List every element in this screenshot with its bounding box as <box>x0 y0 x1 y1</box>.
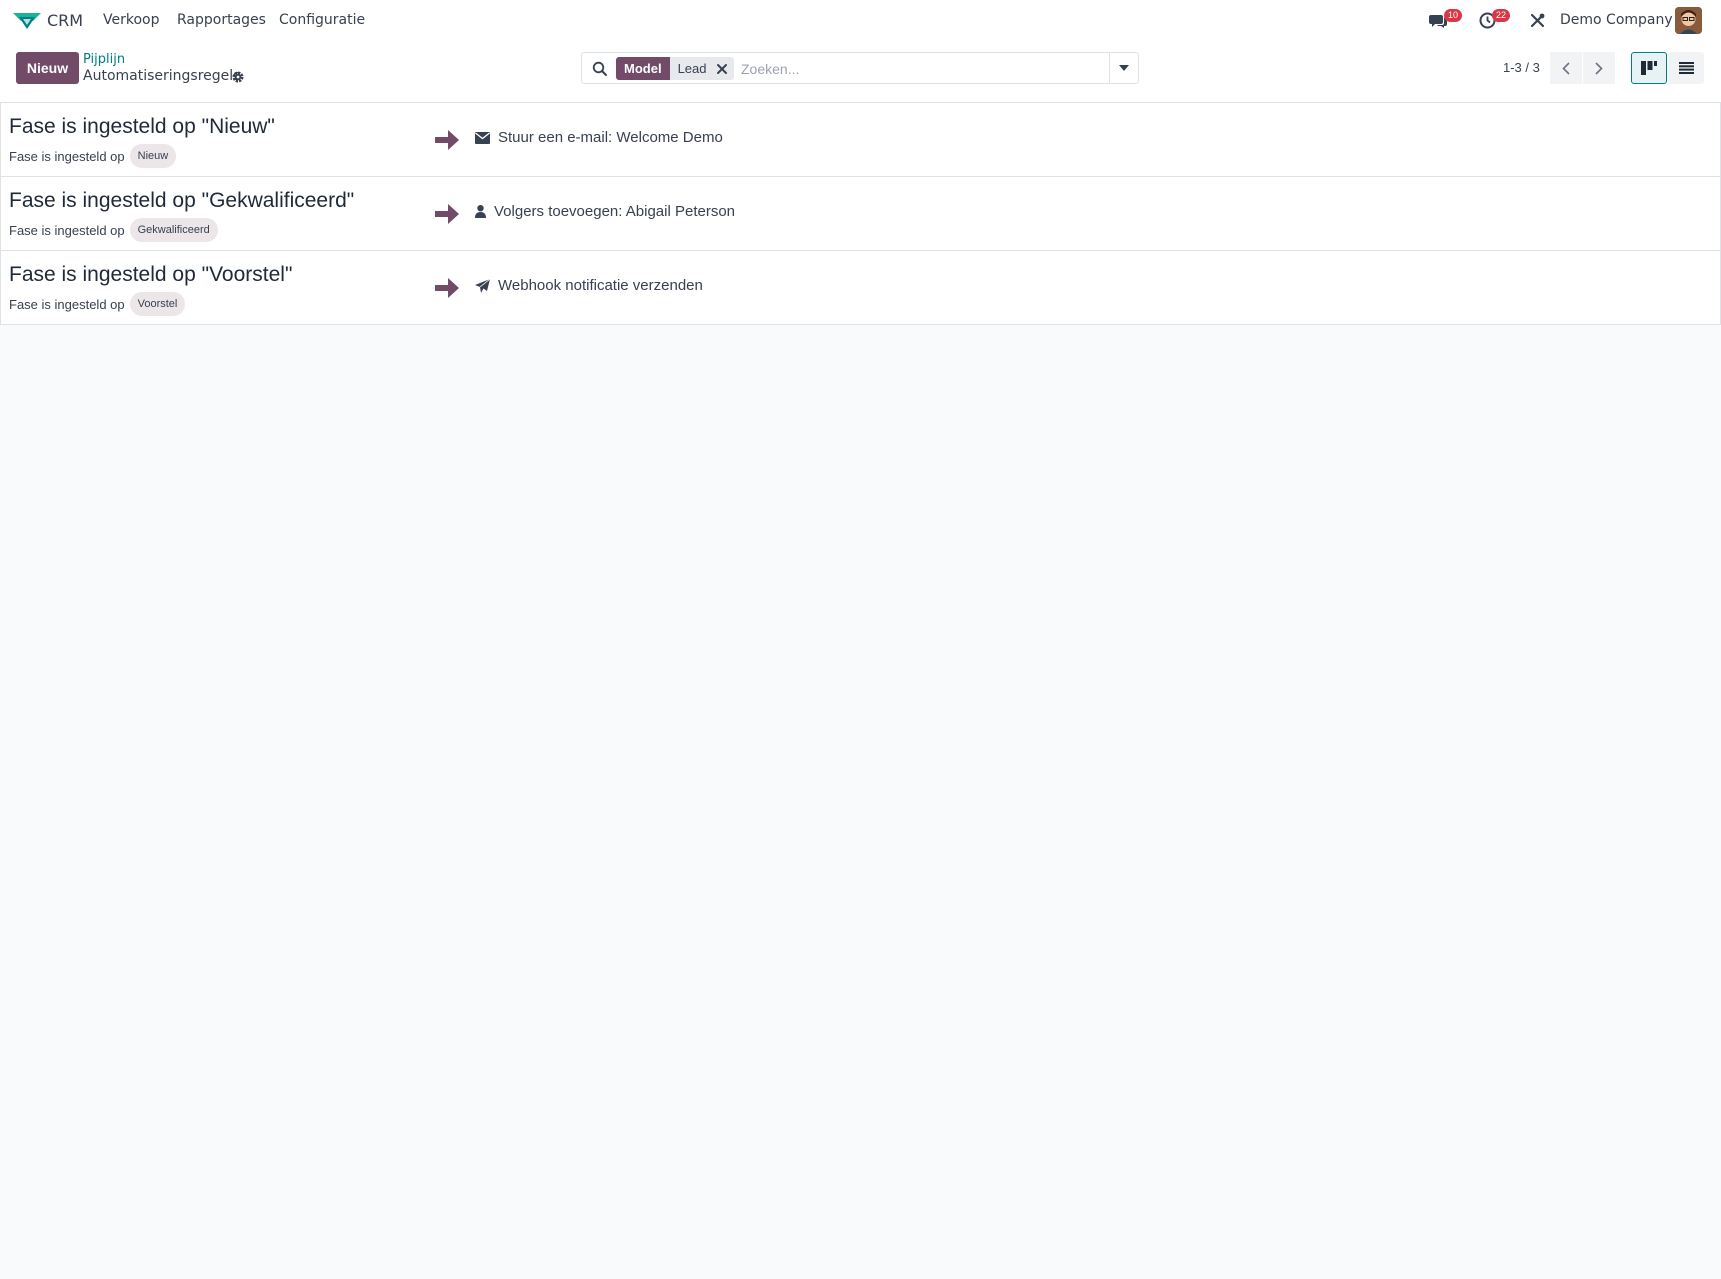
search-options-toggle[interactable] <box>1109 53 1138 83</box>
user-avatar[interactable] <box>1675 7 1702 34</box>
breadcrumb-pijplijn[interactable]: Pijplijn <box>83 52 125 67</box>
rule-title: Fase is ingesteld op "Nieuw" <box>9 115 275 138</box>
automation-rules-list: Fase is ingesteld op "Nieuw" Fase is ing… <box>0 103 1721 325</box>
rule-trigger-text: Fase is ingesteld op <box>9 296 125 312</box>
pager-previous-button[interactable] <box>1550 52 1582 84</box>
rule-trigger: Fase is ingesteld op Nieuw <box>9 144 177 168</box>
gear-icon[interactable] <box>231 70 245 84</box>
app-name[interactable]: CRM <box>47 11 83 30</box>
rule-action-text: Webhook notificatie verzenden <box>498 277 703 294</box>
messages-badge: 10 <box>1444 9 1463 22</box>
rule-title: Fase is ingesteld op "Gekwalificeerd" <box>9 189 355 212</box>
search-input[interactable] <box>741 58 1081 80</box>
page-title: Automatiseringsregels <box>83 68 241 84</box>
rule-trigger: Fase is ingesteld op Voorstel <box>9 292 186 316</box>
rule-action-text: Stuur een e-mail: Welcome Demo <box>498 129 723 146</box>
pager-value[interactable]: 1-3 / 3 <box>1503 60 1540 75</box>
rule-trigger-text: Fase is ingesteld op <box>9 148 125 164</box>
facet-value-wrap: Lead <box>669 57 735 80</box>
arrow-right-icon <box>435 130 459 150</box>
rule-card[interactable]: Fase is ingesteld op "Gekwalificeerd" Fa… <box>1 177 1720 251</box>
new-button[interactable]: Nieuw <box>16 52 79 84</box>
search-icon[interactable] <box>592 61 608 77</box>
arrow-right-icon <box>435 204 459 224</box>
menu-configuratie[interactable]: Configuratie <box>279 12 365 28</box>
rule-card[interactable]: Fase is ingesteld op "Voorstel" Fase is … <box>1 251 1720 325</box>
list-view-button[interactable] <box>1668 52 1704 84</box>
control-panel: Nieuw Pijplijn Automatiseringsregels Mod… <box>0 41 1721 103</box>
rule-action-text: Volgers toevoegen: Abigail Peterson <box>494 203 736 220</box>
rule-trigger-text: Fase is ingesteld op <box>9 222 125 238</box>
paper-plane-icon <box>475 278 490 293</box>
avatar-image-icon <box>1675 7 1702 34</box>
stage-tag: Voorstel <box>129 292 186 316</box>
arrow-right-icon <box>435 278 459 298</box>
search-facet-model: Model Lead <box>616 57 735 80</box>
pager-next-button[interactable] <box>1583 52 1615 84</box>
facet-label: Model <box>616 57 670 80</box>
close-icon[interactable] <box>716 63 728 75</box>
kanban-view-button[interactable] <box>1631 52 1667 84</box>
rule-title: Fase is ingesteld op "Voorstel" <box>9 263 293 286</box>
company-switcher[interactable]: Demo Company <box>1560 12 1673 28</box>
rule-card[interactable]: Fase is ingesteld op "Nieuw" Fase is ing… <box>1 103 1720 177</box>
user-icon <box>475 205 486 218</box>
search-bar: Model Lead <box>581 52 1139 84</box>
envelope-icon <box>475 131 490 144</box>
facet-value: Lead <box>677 61 707 76</box>
rule-action: Webhook notificatie verzenden <box>475 277 703 294</box>
chevron-right-icon <box>1595 61 1603 75</box>
list-icon <box>1678 62 1694 74</box>
debug-tools-button[interactable] <box>1530 0 1550 41</box>
menu-rapportages[interactable]: Rapportages <box>177 12 266 28</box>
caret-down-icon <box>1119 65 1129 71</box>
kanban-icon <box>1641 61 1657 75</box>
rule-trigger: Fase is ingesteld op Gekwalificeerd <box>9 218 218 242</box>
menu-verkoop[interactable]: Verkoop <box>103 12 160 28</box>
rule-action: Stuur een e-mail: Welcome Demo <box>475 129 723 146</box>
chevron-left-icon <box>1562 61 1570 75</box>
stage-tag: Gekwalificeerd <box>129 218 218 242</box>
tools-icon <box>1530 13 1545 28</box>
crm-logo-icon[interactable] <box>13 11 41 31</box>
activities-badge: 22 <box>1492 9 1511 22</box>
rule-action: Volgers toevoegen: Abigail Peterson <box>475 203 735 220</box>
top-navbar: CRM Verkoop Rapportages Configuratie 10 … <box>0 0 1721 41</box>
stage-tag: Nieuw <box>129 144 177 168</box>
